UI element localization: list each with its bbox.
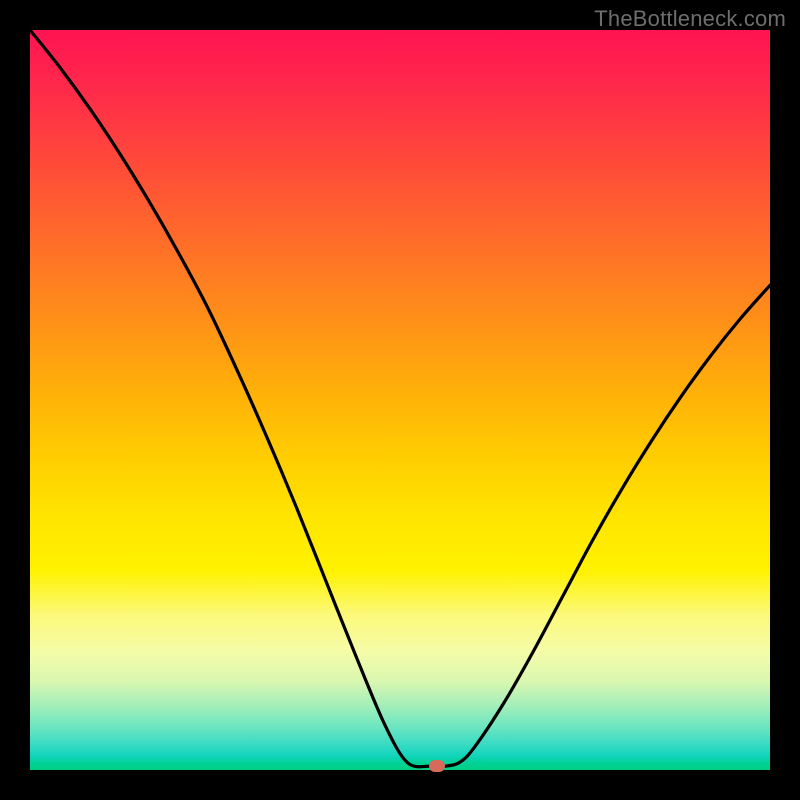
bottleneck-curve <box>30 30 770 770</box>
watermark-text: TheBottleneck.com <box>594 6 786 32</box>
optimum-marker <box>429 760 445 772</box>
plot-area <box>30 30 770 770</box>
chart-container: TheBottleneck.com <box>0 0 800 800</box>
